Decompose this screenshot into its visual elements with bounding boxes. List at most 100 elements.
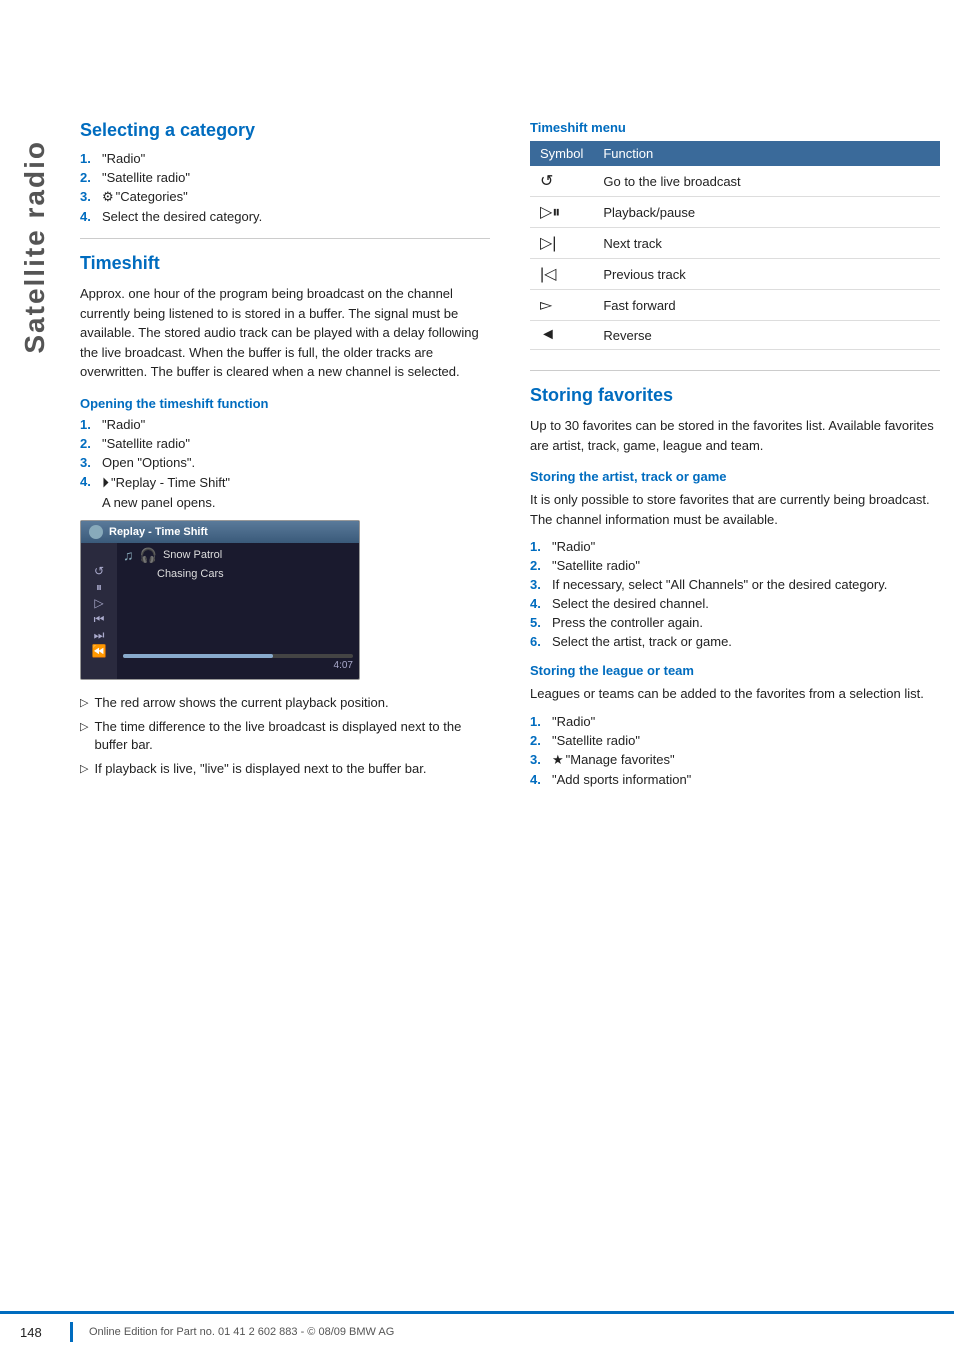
list-item: 3. ★"Manage favorites" [530, 752, 940, 768]
timeshift-section: Timeshift Approx. one hour of the progra… [80, 253, 490, 778]
arrow-icon: ▷ [80, 762, 88, 777]
list-text: "Satellite radio" [102, 436, 490, 451]
league-team-subtitle: Storing the league or team [530, 663, 940, 678]
categories-icon: ⚙ [102, 189, 114, 204]
storing-favorites-title: Storing favorites [530, 385, 940, 406]
selecting-category-section: Selecting a category 1. "Radio" 2. "Sate… [80, 120, 490, 224]
list-num: 1. [80, 417, 102, 432]
ss-loop-icon: ↺ [94, 565, 104, 577]
bullet-item: ▷ The time difference to the live broadc… [80, 718, 490, 754]
list-num: 2. [80, 436, 102, 451]
screenshot-title-text: Replay - Time Shift [109, 526, 208, 538]
ss-play-icon: ▷ [94, 597, 103, 609]
list-num: 3. [80, 189, 102, 205]
list-text: Select the desired channel. [552, 596, 940, 611]
ss-progress-bg [123, 654, 353, 658]
step4-sub: A new panel opens. [80, 495, 490, 510]
arrow-icon: ▷ [80, 720, 88, 735]
timeshift-body: Approx. one hour of the program being br… [80, 284, 490, 382]
table-row: ◄ Reverse [530, 321, 940, 350]
list-num: 5. [530, 615, 552, 630]
ss-pause-icon: ⏸ [96, 581, 102, 593]
bullet-text: If playback is live, "live" is displayed… [94, 760, 426, 778]
list-num: 6. [530, 634, 552, 649]
ss-prev-icon: ⏮ [94, 613, 105, 625]
symbol-cell: ▷| [530, 228, 593, 259]
ss-progress-fill [123, 654, 273, 658]
list-item: 4. Select the desired category. [80, 209, 490, 224]
list-num: 3. [530, 577, 552, 592]
manage-favorites-icon: ★ [552, 752, 564, 767]
right-column: Timeshift menu Symbol Function ↺ Go to t… [520, 120, 940, 1350]
list-num: 4. [530, 596, 552, 611]
list-text: Select the desired category. [102, 209, 490, 224]
ss-disc-icon: 🎧 [140, 547, 157, 564]
list-text: Press the controller again. [552, 615, 940, 630]
storing-favorites-section: Storing favorites Up to 30 favorites can… [530, 385, 940, 787]
list-item: 2. "Satellite radio" [80, 170, 490, 185]
symbol-cell: ↺ [530, 166, 593, 197]
symbol-cell: ▷⏸ [530, 197, 593, 228]
ss-track1-text: Snow Patrol [163, 549, 222, 561]
list-num: 2. [80, 170, 102, 185]
list-item: 2. "Satellite radio" [80, 436, 490, 451]
ss-rew-icon: ⏪ [92, 645, 107, 657]
list-num: 4. [80, 209, 102, 224]
list-text: ⚙"Categories" [102, 189, 490, 205]
list-item: 3. If necessary, select "All Channels" o… [530, 577, 940, 592]
bullet-text: The red arrow shows the current playback… [94, 694, 388, 712]
list-num: 1. [530, 714, 552, 729]
list-item: 1. "Radio" [80, 151, 490, 166]
timeshift-menu-table: Symbol Function ↺ Go to the live broadca… [530, 141, 940, 350]
main-content: Selecting a category 1. "Radio" 2. "Sate… [70, 120, 954, 1350]
list-num: 4. [530, 772, 552, 787]
table-header-row: Symbol Function [530, 141, 940, 166]
symbol-cell: ▻ [530, 290, 593, 321]
list-num: 4. [80, 474, 102, 491]
table-row: ▻ Fast forward [530, 290, 940, 321]
symbol-cell: |◁ [530, 259, 593, 290]
list-text: "Add sports information" [552, 772, 940, 787]
ss-row1: ♫ 🎧 Snow Patrol [123, 547, 353, 564]
list-text: "Radio" [552, 714, 940, 729]
ss-music-icon: ♫ [123, 547, 134, 563]
list-item: 6. Select the artist, track or game. [530, 634, 940, 649]
screenshot-title-icon [89, 525, 103, 539]
selecting-category-title: Selecting a category [80, 120, 490, 141]
footer-page-num: 148 [20, 1325, 50, 1340]
timeshift-title: Timeshift [80, 253, 490, 274]
arrow-icon: ▷ [80, 696, 88, 711]
page-container: Satellite radio Selecting a category 1. … [0, 0, 954, 1350]
list-item: 1. "Radio" [530, 714, 940, 729]
function-cell: Go to the live broadcast [593, 166, 940, 197]
list-num: 1. [530, 539, 552, 554]
list-text: "Satellite radio" [552, 733, 940, 748]
list-num: 1. [80, 151, 102, 166]
list-text: ⏵"Replay - Time Shift" [102, 474, 490, 491]
footer-divider [70, 1322, 73, 1342]
list-item: 5. Press the controller again. [530, 615, 940, 630]
bullet-text: The time difference to the live broadcas… [94, 718, 490, 754]
sidebar: Satellite radio [0, 120, 70, 1350]
symbol-cell: ◄ [530, 321, 593, 350]
list-item: 1. "Radio" [80, 417, 490, 432]
col-function: Function [593, 141, 940, 166]
list-num: 3. [80, 455, 102, 470]
timeshift-screenshot: Replay - Time Shift ↺ ⏸ ▷ ⏮ ⏭ ⏪ [80, 520, 360, 680]
list-text: "Radio" [102, 417, 490, 432]
ss-row2: Chasing Cars [123, 568, 353, 580]
list-item: 1. "Radio" [530, 539, 940, 554]
list-item: 3. ⚙"Categories" [80, 189, 490, 205]
list-item: 2. "Satellite radio" [530, 733, 940, 748]
league-team-body: Leagues or teams can be added to the fav… [530, 684, 940, 704]
function-cell: Playback/pause [593, 197, 940, 228]
divider [80, 238, 490, 239]
list-text: ★"Manage favorites" [552, 752, 940, 768]
bullet-item: ▷ If playback is live, "live" is display… [80, 760, 490, 778]
ss-track2-text: Chasing Cars [157, 568, 224, 580]
function-cell: Previous track [593, 259, 940, 290]
list-text: "Radio" [552, 539, 940, 554]
list-num: 2. [530, 558, 552, 573]
screenshot-body: ↺ ⏸ ▷ ⏮ ⏭ ⏪ ♫ 🎧 Snow Patrol [81, 543, 359, 679]
opening-timeshift-subtitle: Opening the timeshift function [80, 396, 490, 411]
